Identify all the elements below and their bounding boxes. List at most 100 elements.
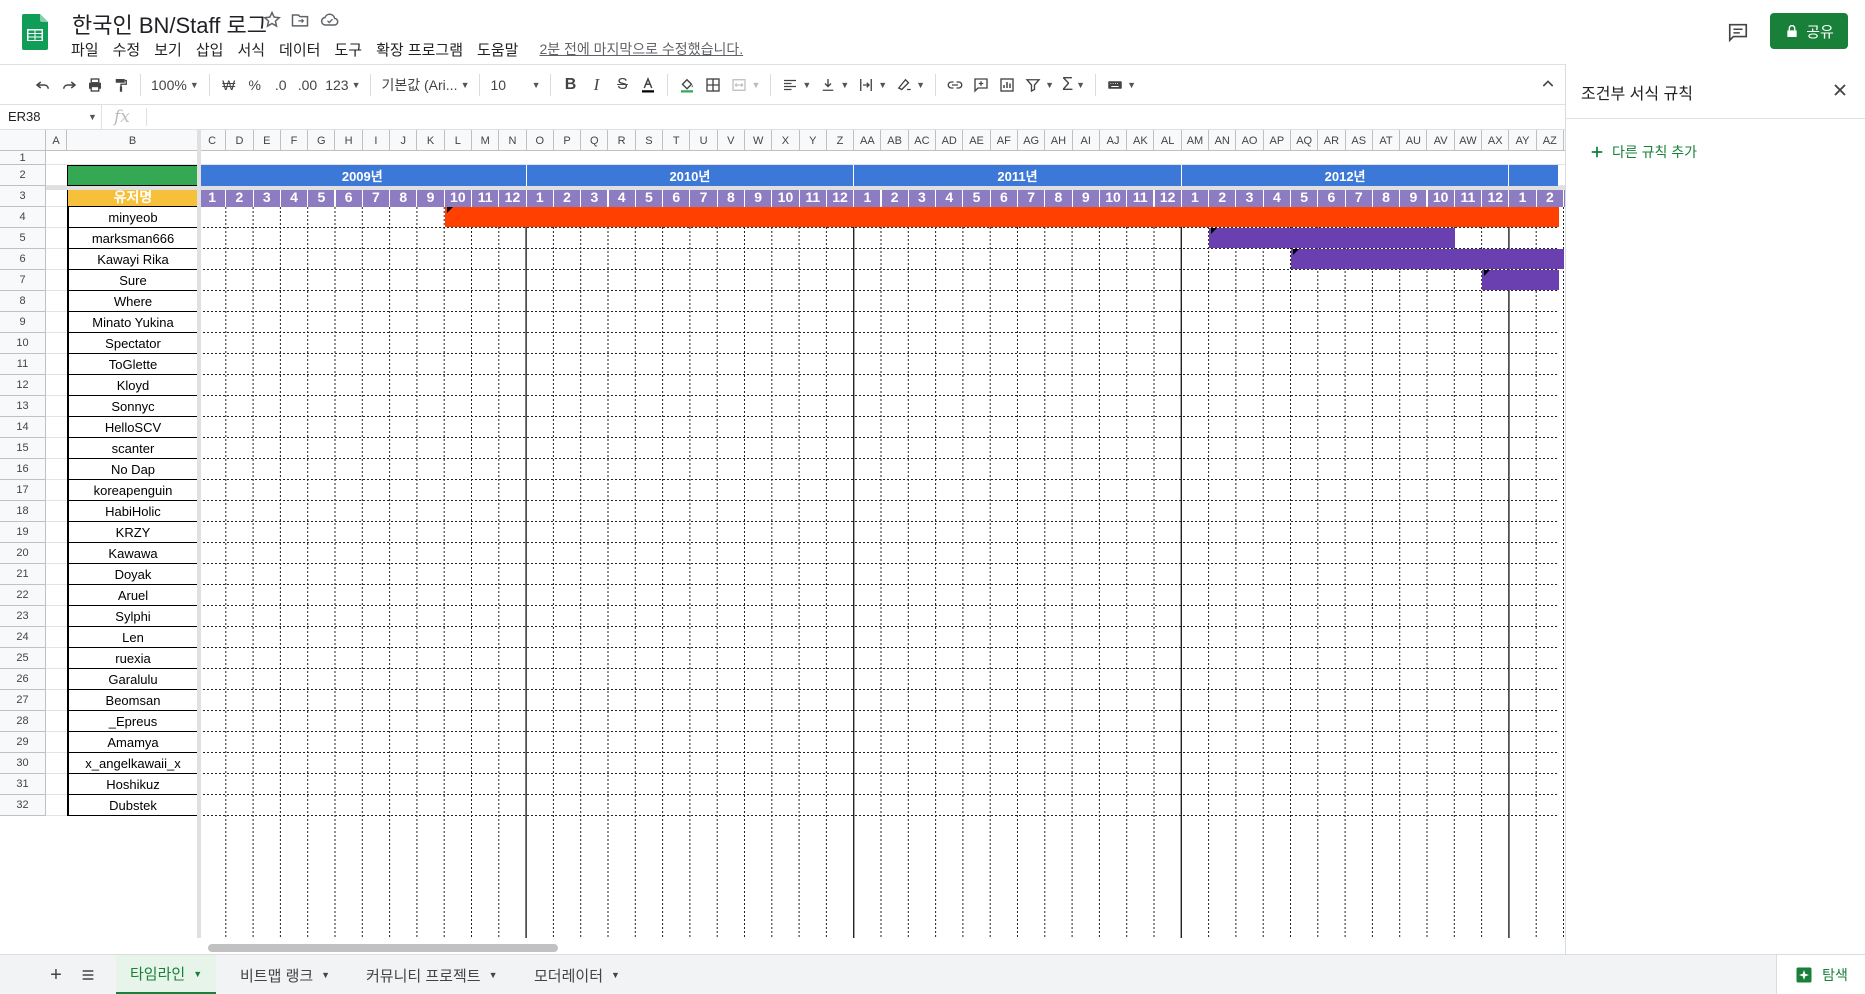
menu-extensions[interactable]: 확장 프로그램 (369, 39, 470, 60)
note-indicator-icon[interactable] (1484, 270, 1491, 276)
row-header-12[interactable]: 12 (0, 375, 46, 396)
percent-format-button[interactable]: % (242, 71, 268, 99)
menu-file[interactable]: 파일 (64, 39, 106, 60)
year-header-2010년[interactable]: 2010년 (526, 165, 855, 186)
input-tools-button[interactable]: ▼ (1102, 71, 1140, 99)
column-header-F[interactable]: F (281, 130, 309, 151)
column-header-AS[interactable]: AS (1346, 130, 1373, 151)
sheets-logo-icon[interactable] (22, 14, 48, 50)
timeline-bar[interactable] (444, 207, 1559, 227)
column-header-S[interactable]: S (636, 130, 664, 151)
more-formats-button[interactable]: 123 ▼ (321, 71, 364, 99)
user-name-cell[interactable]: Kloyd (67, 375, 199, 396)
column-header-AF[interactable]: AF (991, 130, 1018, 151)
row-header-31[interactable]: 31 (0, 774, 46, 795)
menu-tools[interactable]: 도구 (327, 39, 369, 60)
column-header-L[interactable]: L (445, 130, 472, 151)
tab-beatmap-rank[interactable]: 비트맵 랭크 ▼ (226, 955, 344, 994)
tab-moderator[interactable]: 모더레이터 ▼ (520, 955, 634, 994)
column-header-R[interactable]: R (609, 130, 636, 151)
column-header-AN[interactable]: AN (1209, 130, 1237, 151)
column-header-AX[interactable]: AX (1482, 130, 1510, 151)
note-indicator-icon[interactable] (1293, 249, 1299, 255)
user-name-cell[interactable]: Aruel (67, 585, 199, 606)
text-rotation-button[interactable]: ▼ (891, 71, 929, 99)
comments-button[interactable] (1720, 14, 1756, 50)
column-header-C[interactable]: C (199, 130, 227, 151)
column-header-AE[interactable]: AE (963, 130, 991, 151)
column-header-AZ[interactable]: AZ (1537, 130, 1564, 151)
row-header-7[interactable]: 7 (0, 270, 46, 291)
user-name-cell[interactable]: Dubstek (67, 795, 199, 816)
redo-button[interactable] (56, 71, 82, 99)
column-header-AT[interactable]: AT (1373, 130, 1401, 151)
user-name-cell[interactable]: _Epreus (67, 711, 199, 732)
text-wrap-button[interactable]: ▼ (853, 71, 891, 99)
column-header-M[interactable]: M (472, 130, 500, 151)
user-name-cell[interactable]: x_angelkawaii_x (67, 753, 199, 774)
tab-timeline[interactable]: 타임라인 ▼ (116, 955, 217, 994)
add-rule-button[interactable]: 다른 규칙 추가 (1590, 142, 1697, 162)
column-header-AI[interactable]: AI (1073, 130, 1100, 151)
row-header-8[interactable]: 8 (0, 291, 46, 312)
row-header-5[interactable]: 5 (0, 228, 46, 249)
user-name-cell[interactable]: Amamya (67, 732, 199, 753)
text-color-button[interactable] (635, 71, 661, 99)
column-header-P[interactable]: P (554, 130, 582, 151)
row-header-18[interactable]: 18 (0, 501, 46, 522)
user-name-cell[interactable]: HelloSCV (67, 417, 199, 438)
column-header-H[interactable]: H (336, 130, 363, 151)
menu-data[interactable]: 데이터 (272, 39, 327, 60)
frozen-column-divider[interactable] (197, 130, 201, 938)
explore-button[interactable]: 탐색 (1776, 955, 1865, 994)
last-edit-link[interactable]: 2분 전에 마지막으로 수정했습니다. (539, 39, 743, 59)
column-header-AC[interactable]: AC (909, 130, 937, 151)
row-header-22[interactable]: 22 (0, 585, 46, 606)
column-header-AG[interactable]: AG (1018, 130, 1046, 151)
currency-format-button[interactable]: ₩ (216, 71, 242, 99)
undo-button[interactable] (30, 71, 56, 99)
row-header-6[interactable]: 6 (0, 249, 46, 270)
column-header-AU[interactable]: AU (1400, 130, 1428, 151)
user-name-cell[interactable]: koreapenguin (67, 480, 199, 501)
column-header-V[interactable]: V (718, 130, 745, 151)
column-header-A[interactable]: A (46, 130, 67, 151)
year-header-2012년[interactable]: 2012년 (1181, 165, 1510, 186)
column-header-AW[interactable]: AW (1455, 130, 1483, 151)
user-name-cell[interactable]: Garalulu (67, 669, 199, 690)
insert-chart-button[interactable] (994, 71, 1020, 99)
user-name-cell[interactable]: Hoshikuz (67, 774, 199, 795)
row-header-21[interactable]: 21 (0, 564, 46, 585)
column-header-G[interactable]: G (308, 130, 336, 151)
user-name-cell[interactable]: Kawayi Rika (67, 249, 199, 270)
user-name-cell[interactable]: KRZY (67, 522, 199, 543)
row-header-14[interactable]: 14 (0, 417, 46, 438)
cloud-saved-icon[interactable] (320, 10, 340, 30)
zoom-select[interactable]: 100% ▼ (147, 71, 203, 99)
user-name-cell[interactable]: No Dap (67, 459, 199, 480)
spreadsheet-grid[interactable]: A B C D E F G H I J K L M N O P Q R S T U V W X Y Z AA AB AC AD AE AF AG… (0, 130, 1565, 938)
row-header-10[interactable]: 10 (0, 333, 46, 354)
header-green-cell[interactable] (67, 165, 199, 186)
row-header-24[interactable]: 24 (0, 627, 46, 648)
tab-community-project[interactable]: 커뮤니티 프로젝트 ▼ (352, 955, 512, 994)
column-header-AV[interactable]: AV (1428, 130, 1455, 151)
functions-button[interactable]: Σ ▼ (1058, 71, 1089, 99)
move-folder-icon[interactable] (290, 10, 310, 30)
row-header-3[interactable]: 3 (0, 186, 46, 207)
column-header-N[interactable]: N (499, 130, 527, 151)
column-header-Y[interactable]: Y (800, 130, 827, 151)
column-header-AL[interactable]: AL (1155, 130, 1182, 151)
column-header-X[interactable]: X (772, 130, 800, 151)
font-select[interactable]: 기본값 (Ari... ▼ (377, 71, 473, 99)
user-name-cell[interactable]: ToGlette (67, 354, 199, 375)
column-header-W[interactable]: W (745, 130, 773, 151)
row-header-30[interactable]: 30 (0, 753, 46, 774)
column-header-I[interactable]: I (363, 130, 391, 151)
user-name-cell[interactable]: Spectator (67, 333, 199, 354)
year-header-2009년[interactable]: 2009년 (199, 165, 527, 186)
note-indicator-icon[interactable] (1211, 228, 1218, 234)
timeline-bar[interactable] (1291, 249, 1564, 269)
year-header-next[interactable] (1509, 165, 1559, 186)
timeline-bar[interactable] (1209, 228, 1455, 248)
